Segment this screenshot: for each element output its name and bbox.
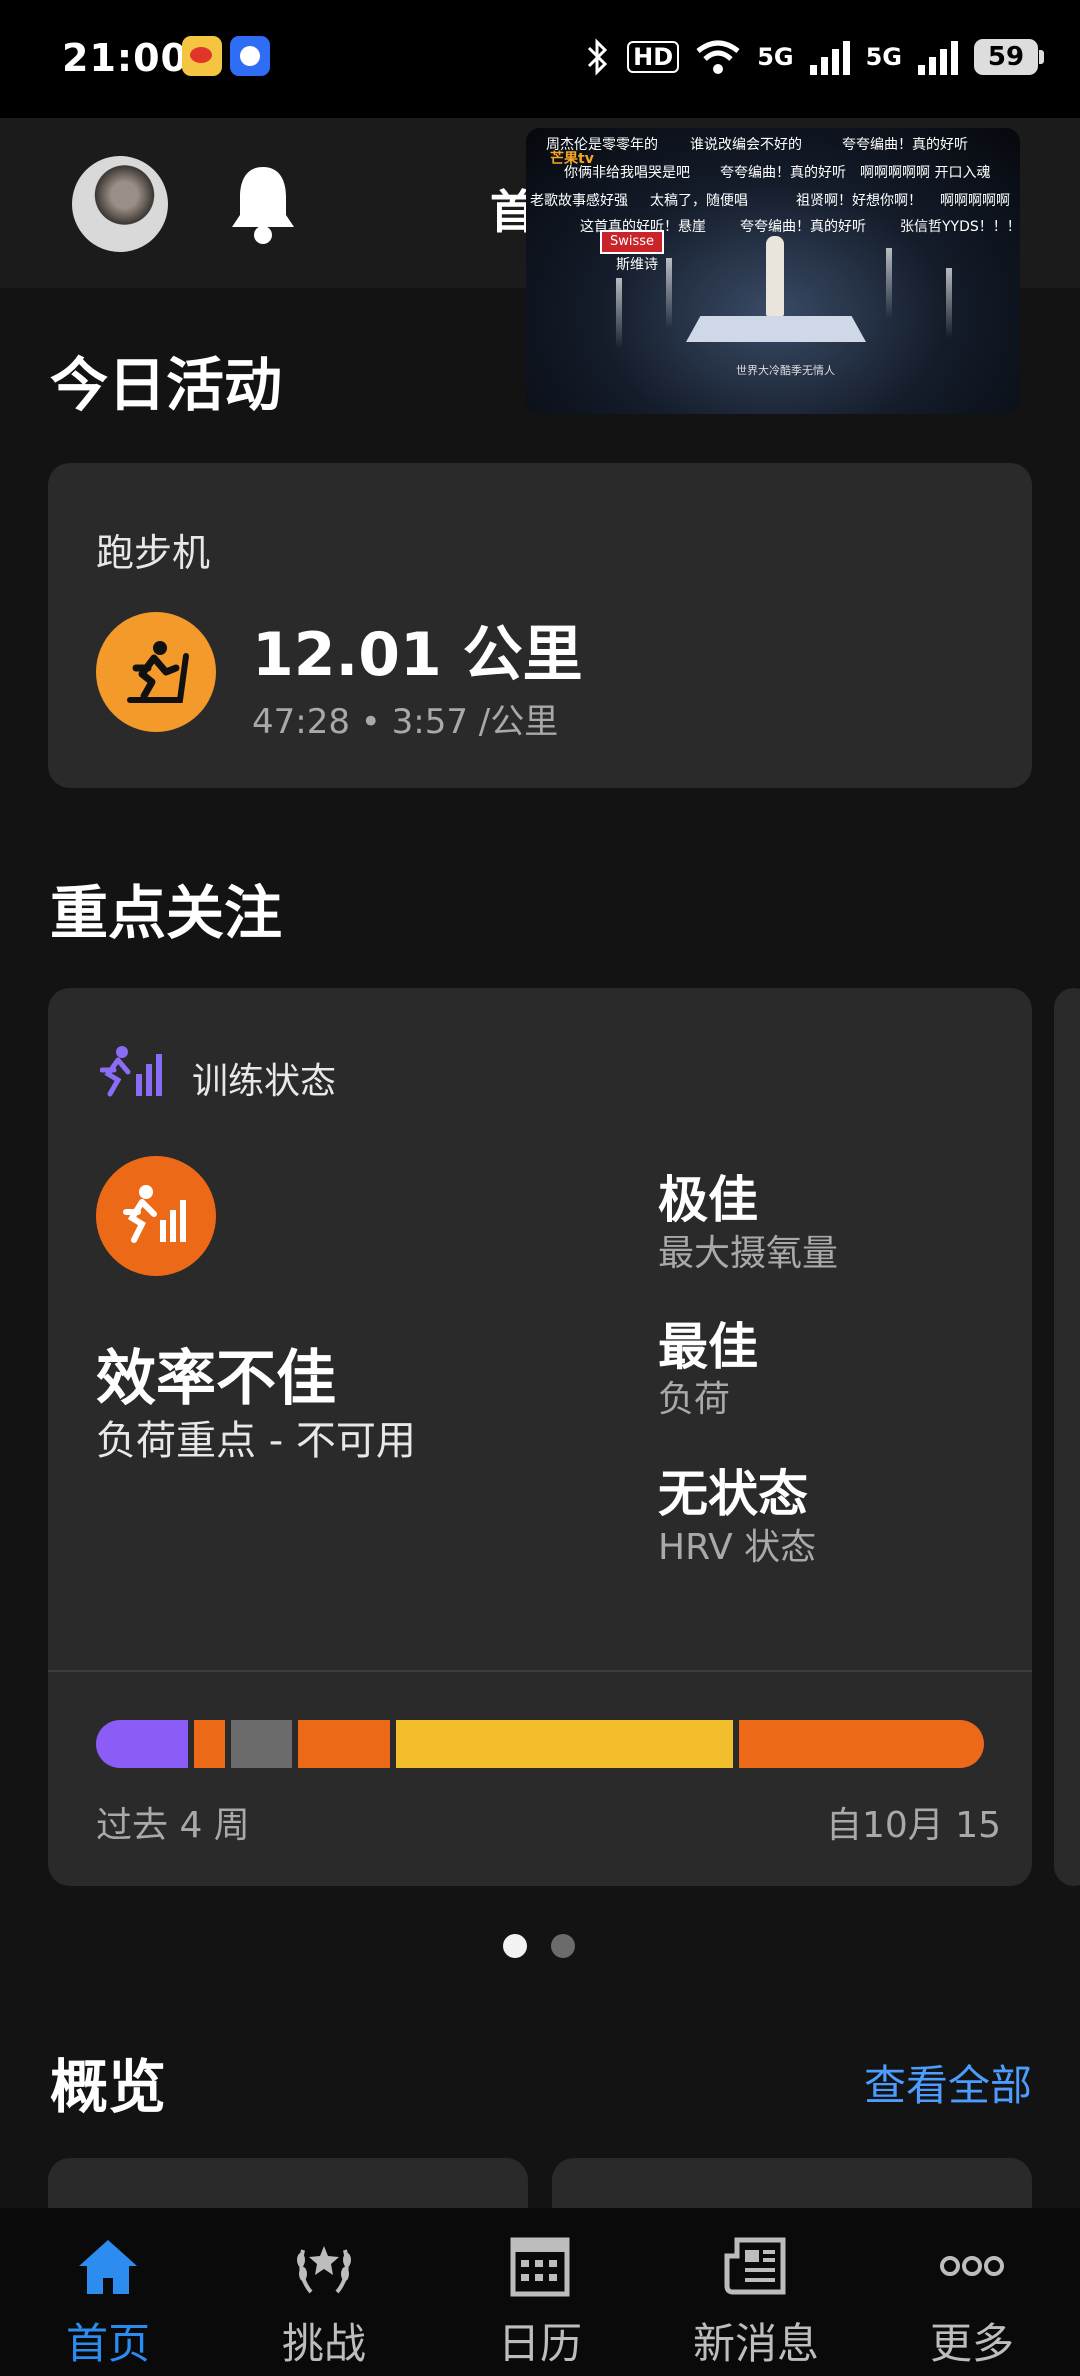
history-range-label: 过去 4 周	[96, 1805, 250, 1846]
nav-calendar[interactable]: 日历	[432, 2208, 648, 2376]
sponsor-caption: 斯维诗	[616, 257, 658, 273]
view-all-link[interactable]: 查看全部	[864, 2052, 1032, 2113]
page-indicator-dot-active[interactable]	[503, 1934, 527, 1958]
more-icon	[940, 2256, 1004, 2276]
nav-label: 日历	[497, 2319, 582, 2368]
focus-heading: 重点关注	[50, 879, 283, 947]
activity-type: 跑步机	[96, 531, 211, 575]
pip-video-overlay[interactable]: 周杰伦是零零年的 谁说改编会不好的 夸夸编曲！真的好听 芒果tv 你俩非给我唱哭…	[526, 128, 1020, 414]
training-status-label: 训练状态	[192, 1061, 337, 1102]
stage	[686, 316, 866, 342]
signal-icon-1	[809, 39, 850, 75]
nav-label: 新消息	[692, 2319, 819, 2368]
bluetooth-icon	[588, 38, 608, 76]
nav-challenges[interactable]: 挑战	[216, 2208, 432, 2376]
training-status-icon	[100, 1046, 162, 1097]
nav-label: 更多	[929, 2319, 1014, 2368]
danmaku-comment: 张信哲YYDS！！！	[900, 219, 1020, 235]
vo2max-value: 极佳	[658, 1171, 758, 1229]
danmaku-comment: 啊啊啊啊啊 开口入魂	[860, 165, 991, 181]
activity-detail: 47:28 • 3:57 /公里	[252, 702, 559, 742]
laurel-icon	[297, 2246, 351, 2294]
history-segment	[230, 1720, 292, 1768]
history-since-label: 自10月 15	[826, 1805, 1002, 1846]
load-label: 负荷	[658, 1379, 731, 1420]
training-status-subtitle: 负荷重点 - 不可用	[96, 1418, 416, 1464]
training-history-bar	[96, 1720, 984, 1768]
danmaku-comment: 啊啊啊啊啊	[940, 193, 1010, 209]
hrv-label: HRV 状态	[658, 1527, 817, 1568]
nav-home[interactable]: 首页	[0, 2208, 216, 2376]
battery-icon: 59	[974, 39, 1044, 75]
baidu-notification-icon	[230, 36, 270, 76]
treadmill-icon	[96, 612, 216, 732]
activity-distance: 12.01 公里	[252, 620, 583, 690]
danmaku-comment: 你俩非给我唱哭是吧	[564, 165, 690, 181]
load-value: 最佳	[658, 1318, 758, 1376]
nav-label: 挑战	[281, 2319, 366, 2368]
network-type-1: 5G	[757, 43, 794, 71]
singer-figure	[766, 236, 784, 316]
avatar[interactable]	[72, 156, 168, 252]
training-status-badge-icon	[96, 1156, 216, 1276]
history-segment	[96, 1720, 188, 1768]
bell-icon[interactable]	[228, 163, 298, 245]
next-focus-card[interactable]	[1054, 988, 1080, 1886]
nav-news[interactable]: 新消息	[648, 2208, 864, 2376]
news-icon	[724, 2237, 786, 2295]
nav-label: 首页	[65, 2319, 150, 2368]
history-segment	[395, 1720, 733, 1768]
today-activity-heading: 今日活动	[50, 351, 283, 419]
network-type-2: 5G	[865, 43, 902, 71]
history-segment	[738, 1720, 984, 1768]
danmaku-comment: 夸夸编曲！真的好听	[720, 165, 846, 181]
training-status-value: 效率不佳	[96, 1344, 336, 1414]
danmaku-comment: 夸夸编曲！真的好听	[842, 137, 968, 153]
hrv-value: 无状态	[658, 1465, 808, 1523]
nav-more[interactable]: 更多	[864, 2208, 1080, 2376]
danmaku-comment: 祖贤啊！好想你啊！	[796, 193, 922, 209]
danmaku-comment: 太稿了，随便唱	[650, 193, 748, 209]
calendar-icon	[510, 2237, 570, 2297]
danmaku-comment: 夸夸编曲！真的好听	[740, 219, 866, 235]
status-indicators: HD 5G 5G 59	[585, 32, 1044, 82]
vo2max-label: 最大摄氧量	[658, 1233, 839, 1274]
video-subtitle: 世界大冷酷季无情人	[736, 364, 835, 377]
card-divider	[48, 1670, 1032, 1672]
home-icon	[79, 2240, 137, 2294]
status-time: 21:00	[62, 36, 188, 80]
danmaku-comment: 老歌故事感好强	[530, 193, 628, 209]
sponsor-badge: Swisse	[600, 230, 664, 254]
history-segment	[193, 1720, 225, 1768]
danmaku-comment: 谁说改编会不好的	[690, 137, 802, 153]
weibo-notification-icon	[182, 36, 222, 76]
bottom-navigation: 首页 挑战 日历 新消息 更多	[0, 2208, 1080, 2376]
wifi-icon	[696, 40, 740, 74]
history-segment	[297, 1720, 390, 1768]
overview-heading: 概览	[50, 2053, 167, 2121]
page-indicator-dot[interactable]	[551, 1934, 575, 1958]
signal-icon-2	[918, 39, 958, 75]
hd-badge: HD	[627, 41, 680, 73]
